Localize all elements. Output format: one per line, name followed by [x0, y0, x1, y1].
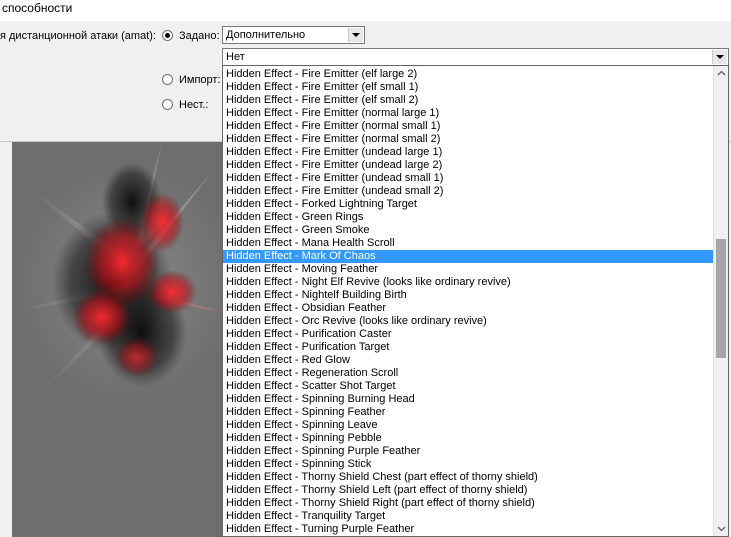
effect-preview — [12, 142, 223, 537]
list-item[interactable]: Hidden Effect - Nightelf Building Birth — [223, 289, 713, 302]
list-item[interactable]: Hidden Effect - Forked Lightning Target — [223, 198, 713, 211]
list-item[interactable]: Hidden Effect - Green Smoke — [223, 224, 713, 237]
list-item[interactable]: Hidden Effect - Turning Purple Feather — [223, 523, 713, 536]
list-item[interactable]: Hidden Effect - Fire Emitter (undead lar… — [223, 146, 713, 159]
list-item[interactable]: Hidden Effect - Tranquility Target — [223, 510, 713, 523]
window-title: способности — [0, 0, 731, 21]
preset-select[interactable]: Дополнительно — [222, 26, 365, 44]
effect-select-value: Нет — [226, 51, 245, 63]
chevron-down-icon[interactable] — [712, 50, 727, 64]
effect-dropdown-list[interactable]: Hidden Effect - Fire Emitter (elf large … — [222, 65, 729, 537]
list-item[interactable]: Hidden Effect - Spinning Purple Feather — [223, 445, 713, 458]
list-item[interactable]: Hidden Effect - Fire Emitter (normal sma… — [223, 133, 713, 146]
list-item[interactable]: Hidden Effect - Spinning Feather — [223, 406, 713, 419]
list-item[interactable]: Hidden Effect - Fire Emitter (undead sma… — [223, 172, 713, 185]
list-item[interactable]: Hidden Effect - Spinning Stick — [223, 458, 713, 471]
list-item[interactable]: Hidden Effect - Spinning Pebble — [223, 432, 713, 445]
effect-select[interactable]: Нет — [222, 48, 729, 66]
list-item[interactable]: Hidden Effect - Mana Health Scroll — [223, 237, 713, 250]
list-item[interactable]: Hidden Effect - Night Elf Revive (looks … — [223, 276, 713, 289]
list-item[interactable]: Hidden Effect - Thorny Shield Right (par… — [223, 497, 713, 510]
list-item[interactable]: Hidden Effect - Fire Emitter (elf large … — [223, 68, 713, 81]
radio-specified-label: Задано: — [179, 30, 220, 42]
list-item[interactable]: Hidden Effect - Fire Emitter (elf small … — [223, 94, 713, 107]
list-item[interactable]: Hidden Effect - Regeneration Scroll — [223, 367, 713, 380]
list-item[interactable]: Hidden Effect - Orc Revive (looks like o… — [223, 315, 713, 328]
list-item[interactable]: Hidden Effect - Purification Caster — [223, 328, 713, 341]
preset-select-value: Дополнительно — [226, 29, 306, 41]
list-item[interactable]: Hidden Effect - Thorny Shield Left (part… — [223, 484, 713, 497]
list-item[interactable]: Hidden Effect - Red Glow — [223, 354, 713, 367]
chevron-down-icon[interactable] — [714, 522, 728, 536]
chevron-up-icon[interactable] — [714, 66, 728, 80]
list-item[interactable]: Hidden Effect - Fire Emitter (elf small … — [223, 81, 713, 94]
list-item[interactable]: Hidden Effect - Scatter Shot Target — [223, 380, 713, 393]
list-item[interactable]: Hidden Effect - Spinning Burning Head — [223, 393, 713, 406]
radio-custom[interactable] — [162, 99, 173, 110]
effect-preview-image — [12, 142, 223, 402]
dropdown-items: Hidden Effect - Fire Emitter (elf large … — [223, 68, 713, 536]
list-item[interactable]: Hidden Effect - Green Rings — [223, 211, 713, 224]
list-item[interactable]: Hidden Effect - Obsidian Feather — [223, 302, 713, 315]
list-item[interactable]: Hidden Effect - Fire Emitter (normal sma… — [223, 120, 713, 133]
dropdown-scrollbar[interactable] — [713, 66, 728, 536]
list-item[interactable]: Hidden Effect - Spinning Leave — [223, 419, 713, 432]
list-item[interactable]: Hidden Effect - Fire Emitter (undead sma… — [223, 185, 713, 198]
radio-import-label: Импорт: — [179, 74, 221, 86]
radio-custom-label: Нест.: — [179, 99, 209, 111]
list-item[interactable]: Hidden Effect - Fire Emitter (normal lar… — [223, 107, 713, 120]
list-item[interactable]: Hidden Effect - Moving Feather — [223, 263, 713, 276]
radio-specified[interactable] — [162, 30, 173, 41]
list-item[interactable]: Hidden Effect - Thorny Shield Chest (par… — [223, 471, 713, 484]
chevron-down-icon[interactable] — [348, 28, 363, 42]
field-label: я дистанционной атаки (amat): — [0, 30, 156, 42]
radio-import[interactable] — [162, 74, 173, 85]
list-item[interactable]: Hidden Effect - Mark Of Chaos — [223, 250, 713, 263]
scrollbar-thumb[interactable] — [716, 239, 726, 359]
list-item[interactable]: Hidden Effect - Fire Emitter (undead lar… — [223, 159, 713, 172]
list-item[interactable]: Hidden Effect - Purification Target — [223, 341, 713, 354]
